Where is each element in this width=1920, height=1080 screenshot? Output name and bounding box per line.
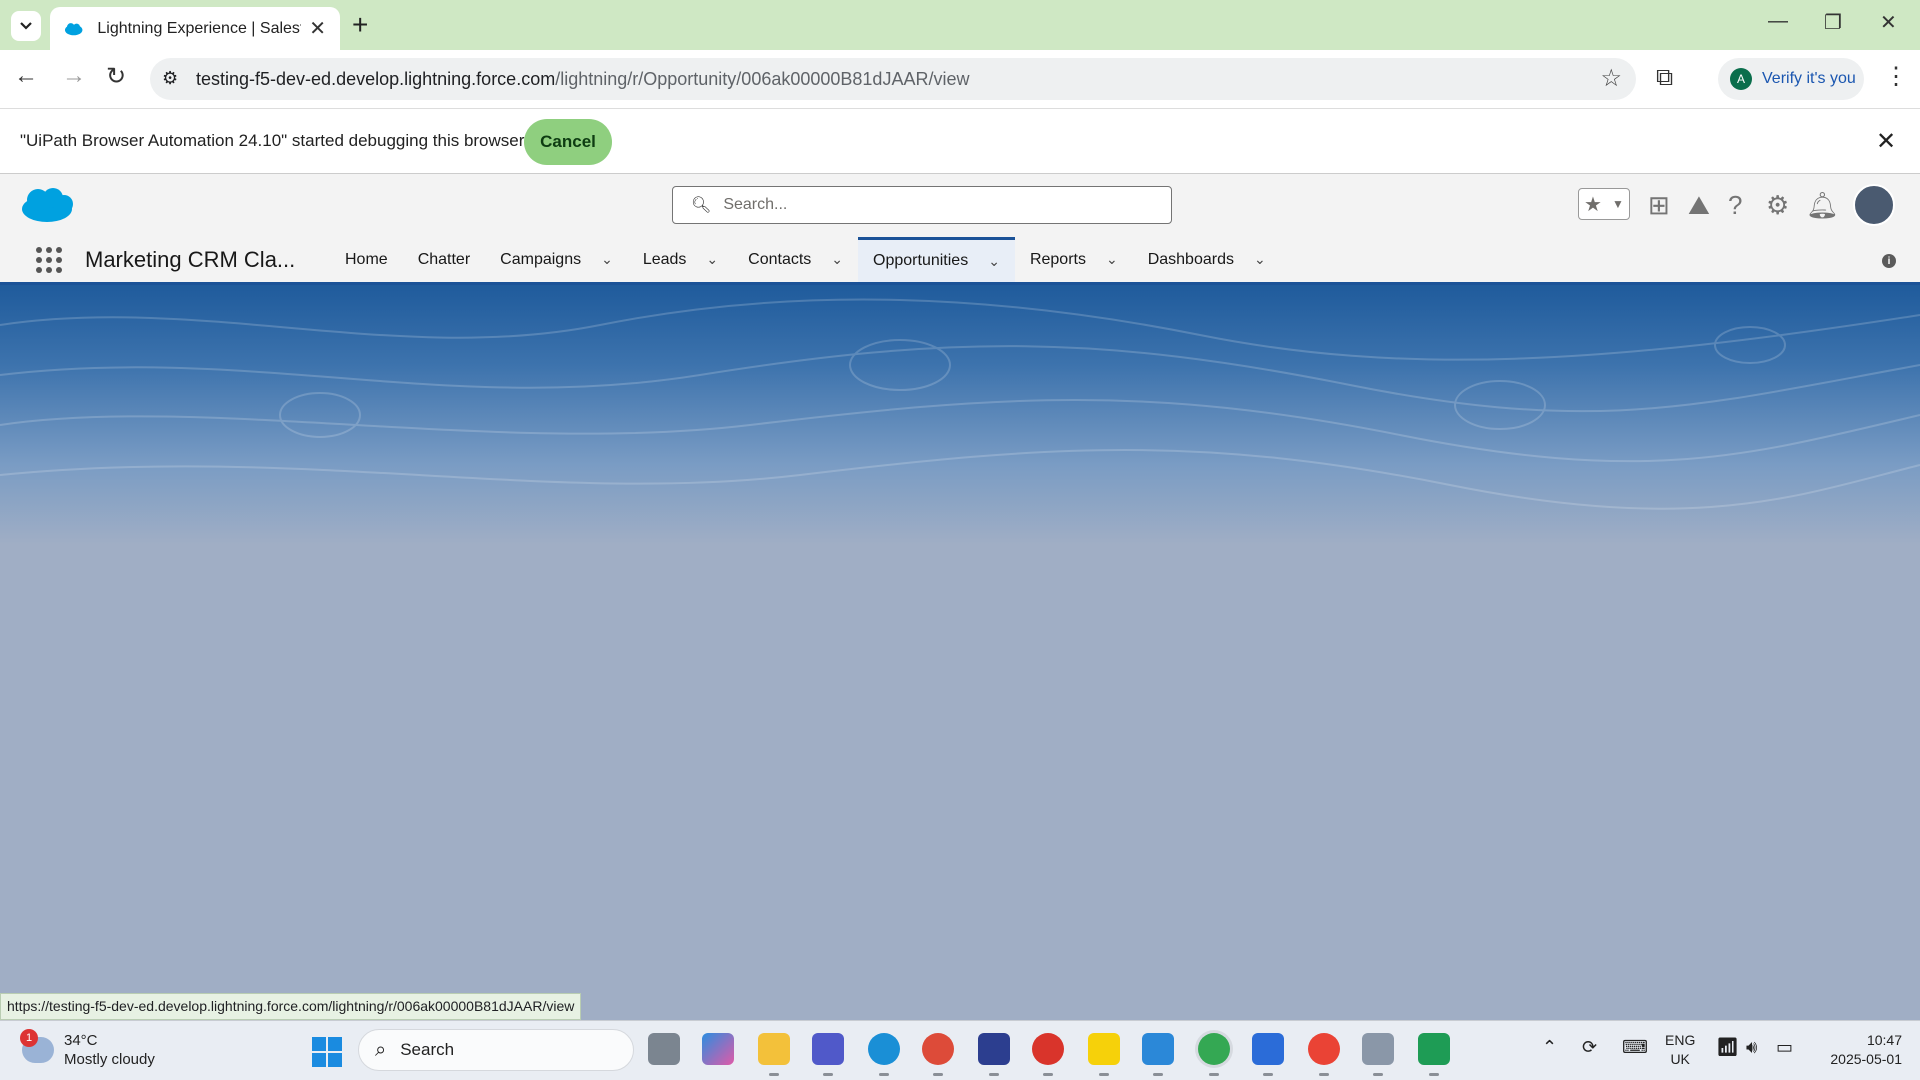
notepad-icon[interactable] (1142, 1033, 1174, 1076)
nav-item-leads[interactable]: Leads ⌄ (628, 237, 733, 282)
file-explorer-icon[interactable] (758, 1033, 790, 1076)
chevron-down-icon[interactable]: ⌄ (706, 251, 718, 268)
search-icon: ⌕ (375, 1038, 387, 1061)
restore-button[interactable]: ❐ (1824, 10, 1842, 35)
browser-toolbar: ← → ↻ ⚙ testing-f5-dev-ed.develop.lightn… (0, 50, 1920, 108)
info-icon[interactable]: i (1882, 254, 1896, 268)
sticky-notes-icon[interactable] (1088, 1033, 1120, 1076)
verify-profile-button[interactable]: A Verify it's you (1718, 58, 1864, 100)
chevron-down-icon (20, 22, 32, 30)
extensions-icon[interactable]: ⧉ (1656, 64, 1673, 92)
volume-icon[interactable]: 🔊︎ (1746, 1037, 1757, 1058)
tab-search-button[interactable] (11, 11, 41, 41)
app-launcher-icon[interactable] (36, 247, 62, 273)
search-icon: 🔍︎ (691, 197, 712, 214)
nav-item-opportunities[interactable]: Opportunities ⌄ (858, 237, 1015, 282)
favorites-button[interactable]: ★ ▼ (1578, 188, 1630, 220)
debugging-message: "UiPath Browser Automation 24.10" starte… (20, 131, 525, 150)
topographic-background (0, 298, 1920, 510)
windows-taskbar: 1 34°C Mostly cloudy ⌕ Search ⌃ ⟳ ⌨ ENG … (0, 1020, 1920, 1080)
browser-tab-strip: Lightning Experience | Salesforc ✕ + — ❐… (0, 0, 1920, 50)
remote-app-icon[interactable] (1362, 1033, 1394, 1076)
salesforce-cloud-icon (22, 188, 73, 222)
weather-widget[interactable]: 1 34°C Mostly cloudy (20, 1029, 155, 1069)
chrome-active-icon[interactable] (1198, 1033, 1230, 1076)
star-icon: ★ (1584, 193, 1602, 216)
nav-item-chatter[interactable]: Chatter (403, 237, 485, 282)
edge-icon[interactable] (868, 1033, 900, 1076)
temperature: 34°C (64, 1032, 98, 1049)
chevron-down-icon[interactable]: ⌄ (988, 253, 1000, 270)
taskbar-search-label: Search (400, 1040, 455, 1059)
nav-item-home[interactable]: Home (330, 237, 403, 282)
keyboard-icon[interactable]: ⌨ (1622, 1037, 1648, 1058)
nav-item-reports[interactable]: Reports ⌄ (1015, 237, 1133, 282)
weather-condition: Mostly cloudy (64, 1051, 155, 1068)
help-icon[interactable]: ? (1728, 190, 1742, 221)
show-hidden-icons-chevron-icon[interactable]: ⌃ (1542, 1037, 1557, 1058)
cancel-debugging-button[interactable]: Cancel (524, 119, 612, 165)
reload-button[interactable]: ↻ (106, 62, 126, 91)
close-infobar-icon[interactable]: ✕ (1876, 127, 1896, 156)
new-tab-button[interactable]: + (352, 9, 368, 41)
app-navigation-bar: Marketing CRM Cla... Home Chatter Campai… (0, 237, 1920, 285)
search-placeholder: Search... (723, 196, 788, 213)
sync-icon[interactable]: ⟳ (1582, 1037, 1597, 1058)
chevron-down-icon[interactable]: ⌄ (1254, 251, 1266, 268)
url-host: testing-f5-dev-ed.develop.lightning.forc… (196, 68, 556, 89)
taskbar-search[interactable]: ⌕ Search (358, 1029, 634, 1071)
tab-title: Lightning Experience | Salesforc (97, 19, 301, 37)
trailhead-icon[interactable]: ⛰ (1688, 190, 1710, 222)
browser-menu-icon[interactable]: ⋮ (1884, 62, 1908, 91)
global-actions-icon[interactable]: ⊞ (1648, 190, 1670, 221)
battery-icon[interactable]: ▭ (1776, 1037, 1793, 1058)
nav-item-campaigns[interactable]: Campaigns ⌄ (485, 237, 628, 282)
chevron-down-icon[interactable]: ⌄ (601, 251, 613, 268)
site-settings-icon[interactable]: ⚙ (162, 68, 178, 89)
salesforce-favicon-icon (64, 22, 83, 35)
profile-avatar: A (1730, 68, 1752, 90)
setup-gear-icon[interactable]: ⚙ (1766, 190, 1789, 221)
forward-button[interactable]: → (62, 62, 86, 90)
chevron-down-icon[interactable]: ⌄ (1106, 251, 1118, 268)
address-bar[interactable]: ⚙ testing-f5-dev-ed.develop.lightning.fo… (150, 58, 1636, 100)
nav-item-dashboards[interactable]: Dashboards ⌄ (1133, 237, 1281, 282)
minimize-button[interactable]: — (1768, 10, 1788, 33)
language-indicator[interactable]: ENG UK (1665, 1031, 1695, 1069)
nav-items: Home Chatter Campaigns ⌄ Leads ⌄ Contacts ⌄… (330, 237, 1281, 282)
page-content-loading (0, 285, 1920, 1020)
verify-label: Verify it's you (1762, 70, 1856, 87)
intellij-icon[interactable] (978, 1033, 1010, 1076)
salesforce-global-header: 🔍︎ Search... ★ ▼ ⊞ ⛰ ? ⚙ 🔔︎ (0, 174, 1920, 237)
debugging-infobar: "UiPath Browser Automation 24.10" starte… (0, 108, 1920, 174)
chevron-down-icon: ▼ (1612, 197, 1624, 211)
notifications-bell-icon[interactable]: 🔔︎ (1806, 190, 1839, 221)
task-view-icon[interactable] (648, 1033, 680, 1065)
system-clock[interactable]: 10:47 2025-05-01 (1818, 1031, 1902, 1069)
close-window-button[interactable]: ✕ (1880, 10, 1897, 35)
status-bar-url: https://testing-f5-dev-ed.develop.lightn… (0, 993, 582, 1020)
salesforce-logo[interactable] (20, 186, 74, 229)
uipath-studio-icon[interactable] (1032, 1033, 1064, 1076)
user-avatar[interactable] (1853, 184, 1895, 226)
skype-icon[interactable] (1252, 1033, 1284, 1076)
tab-close-icon[interactable]: ✕ (309, 16, 326, 41)
copilot-icon[interactable] (702, 1033, 734, 1065)
start-button[interactable] (312, 1037, 342, 1067)
weather-badge: 1 (20, 1029, 38, 1047)
chevron-down-icon[interactable]: ⌄ (831, 251, 843, 268)
url-path: /lightning/r/Opportunity/006ak00000B81dJ… (555, 68, 970, 89)
back-button[interactable]: ← (14, 62, 38, 90)
global-search-input[interactable]: 🔍︎ Search... (672, 186, 1172, 224)
chrome-profile-d-icon[interactable] (922, 1033, 954, 1076)
media-app-icon[interactable] (1418, 1033, 1450, 1076)
browser-tab-active[interactable]: Lightning Experience | Salesforc ✕ (50, 7, 340, 50)
teams-icon[interactable] (812, 1033, 844, 1076)
bookmark-star-icon[interactable]: ☆ (1600, 64, 1622, 93)
wifi-icon[interactable]: 📶︎ (1716, 1037, 1739, 1058)
cloud-icon: 1 (20, 1029, 54, 1063)
chrome-profile-a-icon[interactable] (1308, 1033, 1340, 1076)
nav-item-contacts[interactable]: Contacts ⌄ (733, 237, 858, 282)
app-name: Marketing CRM Cla... (85, 247, 296, 272)
